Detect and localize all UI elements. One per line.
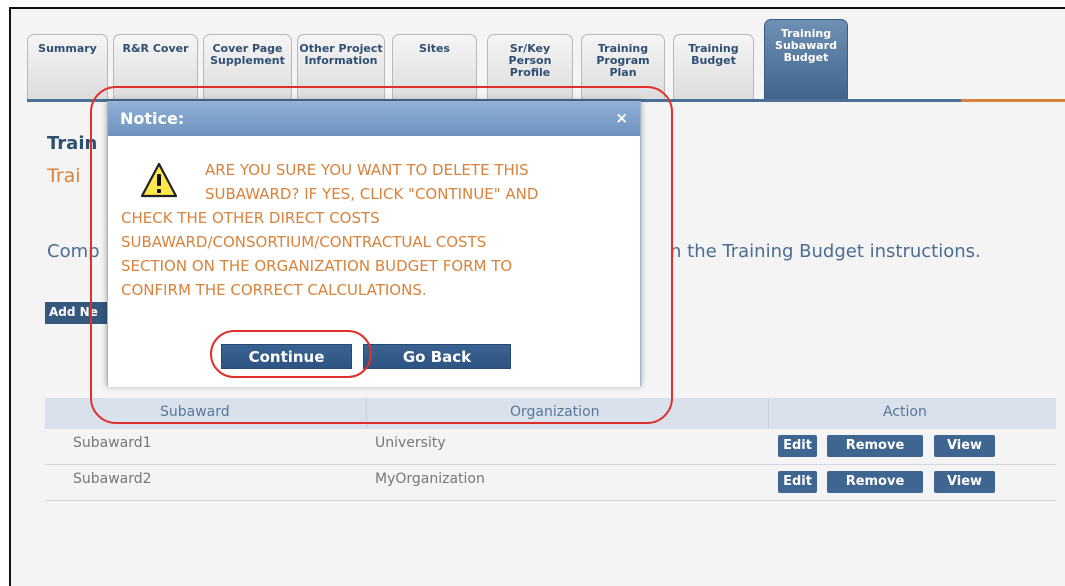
tab-underline-accent bbox=[961, 99, 1065, 102]
column-header-subaward: Subaward bbox=[160, 404, 230, 420]
organization-name: MyOrganization bbox=[375, 471, 485, 487]
edit-button[interactable]: Edit bbox=[778, 471, 817, 493]
page-title: Train bbox=[47, 133, 98, 154]
page-subtitle: Trai bbox=[47, 165, 81, 187]
message-line: SECTION ON THE ORGANIZATION BUDGET FORM … bbox=[121, 257, 513, 275]
subaward-table: Subaward Organization Action Subaward1 U… bbox=[45, 398, 1056, 501]
instructions-text-right: n the Training Budget instructions. bbox=[670, 241, 981, 262]
organization-name: University bbox=[375, 435, 446, 451]
message-line: CHECK THE OTHER DIRECT COSTS bbox=[121, 209, 380, 227]
table-row: Subaward1 University Edit Remove View bbox=[45, 429, 1056, 465]
go-back-button[interactable]: Go Back bbox=[363, 344, 511, 369]
tab-sites[interactable]: Sites bbox=[392, 34, 477, 100]
subaward-name: Subaward2 bbox=[73, 471, 152, 487]
instructions-text-left: Comp bbox=[47, 241, 100, 262]
column-divider bbox=[366, 398, 367, 429]
tab-summary[interactable]: Summary bbox=[27, 34, 108, 100]
tab-training-budget[interactable]: Training Budget bbox=[673, 34, 754, 100]
tab-sr-key-person-profile[interactable]: Sr/Key Person Profile bbox=[487, 34, 573, 100]
message-line: SUBAWARD? IF YES, CLICK "CONTINUE" AND bbox=[205, 185, 539, 203]
notice-dialog: Notice: × ARE YOU SURE YOU WANT TO DELET… bbox=[107, 101, 641, 387]
close-icon[interactable]: × bbox=[615, 109, 628, 127]
app-frame: Summary R&R Cover Cover Page Supplement … bbox=[9, 7, 1065, 586]
message-line: CONFIRM THE CORRECT CALCULATIONS. bbox=[121, 281, 427, 299]
tab-cover-page-supplement[interactable]: Cover Page Supplement bbox=[203, 34, 292, 100]
edit-button[interactable]: Edit bbox=[778, 435, 817, 457]
message-line: SUBAWARD/CONSORTIUM/CONTRACTUAL COSTS bbox=[121, 233, 487, 251]
view-button[interactable]: View bbox=[934, 435, 995, 457]
column-header-action: Action bbox=[883, 404, 927, 420]
dialog-message: ARE YOU SURE YOU WANT TO DELETE THIS SUB… bbox=[121, 158, 631, 302]
tab-other-project-information[interactable]: Other Project Information bbox=[297, 34, 385, 100]
remove-button[interactable]: Remove bbox=[827, 471, 923, 493]
subaward-name: Subaward1 bbox=[73, 435, 152, 451]
remove-button[interactable]: Remove bbox=[827, 435, 923, 457]
column-header-organization: Organization bbox=[510, 404, 600, 420]
table-row: Subaward2 MyOrganization Edit Remove Vie… bbox=[45, 465, 1056, 501]
tab-training-subaward-budget[interactable]: Training Subaward Budget bbox=[764, 19, 848, 100]
dialog-title: Notice: bbox=[120, 109, 185, 128]
dialog-title-bar: Notice: × bbox=[108, 102, 640, 136]
column-divider bbox=[768, 398, 769, 429]
tab-rr-cover[interactable]: R&R Cover bbox=[113, 34, 198, 100]
table-header: Subaward Organization Action bbox=[45, 398, 1056, 429]
view-button[interactable]: View bbox=[934, 471, 995, 493]
tab-training-program-plan[interactable]: Training Program Plan bbox=[581, 34, 665, 100]
message-line: ARE YOU SURE YOU WANT TO DELETE THIS bbox=[205, 161, 529, 179]
continue-button[interactable]: Continue bbox=[221, 344, 352, 369]
